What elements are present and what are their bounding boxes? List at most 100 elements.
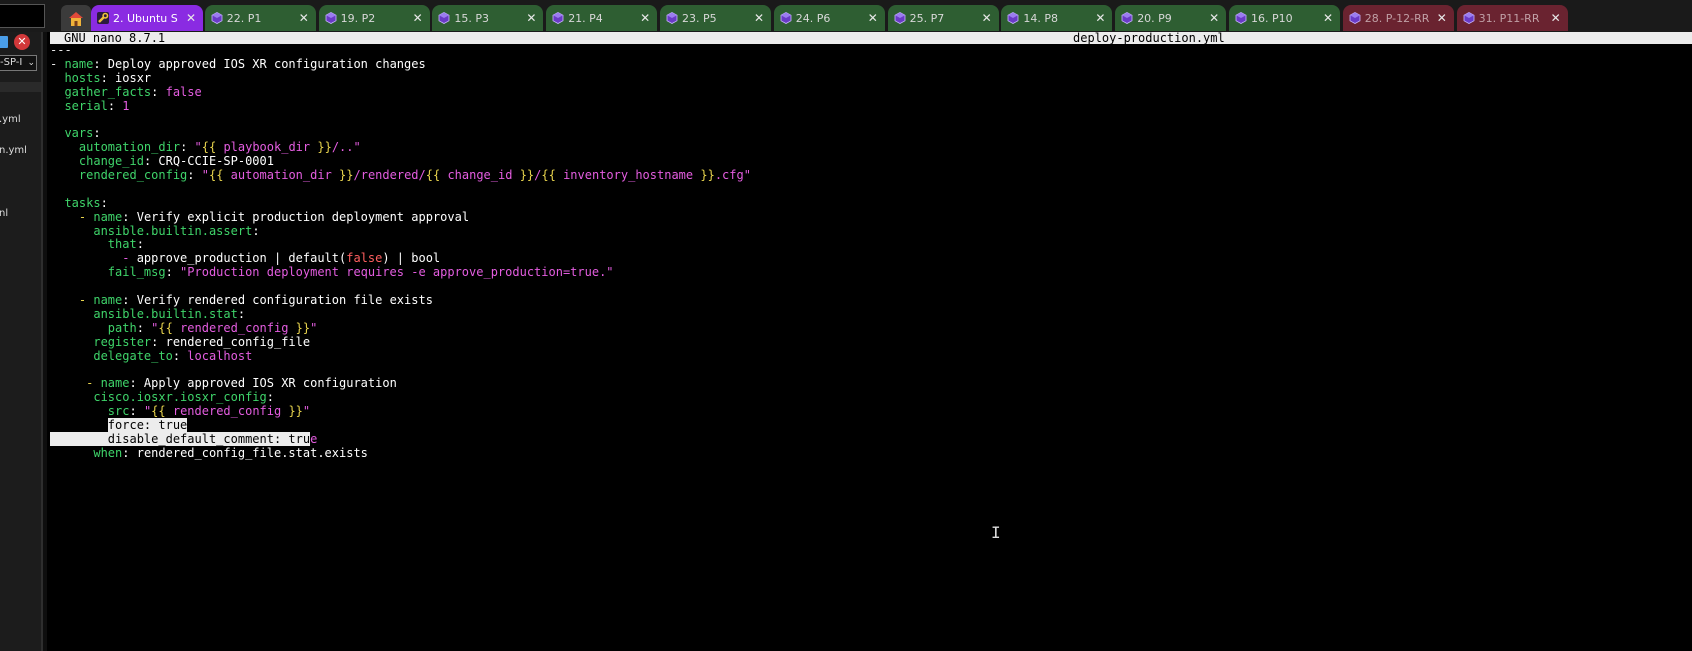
terminal-pane[interactable]: GNU nano 8.7.1 deploy-production.yml ---… [47,32,1692,651]
nano-filename: deploy-production.yml [1073,31,1225,45]
close-icon[interactable]: ✕ [639,11,651,25]
code-token: : [136,237,144,252]
side-file-item[interactable]: n.yml [0,145,27,156]
close-icon[interactable]: ✕ [298,11,310,25]
close-icon[interactable]: ✕ [1550,11,1562,25]
tab-13[interactable]: 31. P11-RR ✕ [1456,5,1568,31]
code-token: " [310,320,318,335]
code-token: e [310,431,318,446]
tab-bar: 2. Ubuntu S ✕ 22. P1 ✕ 19. P2 ✕ 15. P3 ✕ 21. P4 ✕… [0,0,1692,32]
tab-11[interactable]: 16. P10 ✕ [1229,5,1340,31]
home-tab[interactable] [61,5,91,31]
close-icon[interactable]: ✕ [412,11,424,25]
close-icon[interactable]: ✕ [867,11,879,25]
tab-7[interactable]: 24. P6 ✕ [773,5,885,31]
tab-3[interactable]: 19. P2 ✕ [318,5,430,31]
tab-8[interactable]: 25. P7 ✕ [887,5,999,31]
hexagon-icon [894,12,906,24]
code-token: playbook_dir [223,140,311,155]
hexagon-icon [1463,12,1475,24]
code-token: }} [512,168,535,183]
editor-line: - name: Verify rendered configuration fi… [50,293,751,308]
code-token: approve_production | default( [136,251,347,266]
code-token: : [136,320,152,335]
code-token: path [107,320,137,335]
side-panel: ✕ -SP-I ⌄ .yml n.yml nl [0,32,41,651]
home-icon [69,12,83,26]
close-icon[interactable]: ✕ [981,11,993,25]
code-token: ansible.builtin.stat [93,306,238,321]
tab-12[interactable]: 28. P-12-RR ✕ [1342,5,1454,31]
code-token: false [346,251,383,266]
code-token: register [93,334,152,349]
code-token: : [237,306,246,321]
code-token: automation_dir [230,168,332,183]
code-token: tasks [64,195,101,210]
code-token: change_id [78,154,144,169]
tab-10[interactable]: 20. P9 ✕ [1115,5,1227,31]
hexagon-icon [325,12,337,24]
code-token: vars [64,126,94,141]
editor-line: that: [50,238,751,252]
editor-line: gather_facts: false [50,84,751,100]
tab-2[interactable]: 22. P1 ✕ [204,5,316,31]
tab-label: 19. P2 [340,11,376,25]
tab-label: 21. P4 [568,11,603,25]
editor-line: rendered_config: "{{ automation_dir }}/r… [50,168,751,183]
new-file-icon[interactable] [0,36,8,48]
hexagon-icon [1007,12,1019,24]
editor-line: change_id: CRQ-CCIE-SP-0001 [50,154,751,169]
tab-9[interactable]: 14. P8 ✕ [1001,5,1113,31]
close-icon[interactable]: ✕ [753,11,765,25]
tab-label: 25. P7 [909,11,945,25]
code-token: serial [64,98,108,113]
nano-title-bar: GNU nano 8.7.1 deploy-production.yml [50,32,1692,44]
close-icon[interactable]: ✕ [1322,11,1334,25]
editor-line: fail_msg: "Production deployment require… [50,265,751,280]
code-token: : [107,98,123,113]
editor-line: automation_dir: "{{ playbook_dir }}/.." [50,140,751,155]
tab-5[interactable]: 21. P4 ✕ [546,5,658,31]
code-token: : Apply approved IOS XR configuration [129,376,397,391]
close-icon[interactable]: ✕ [525,11,537,25]
tab-4[interactable]: 15. P3 ✕ [432,5,544,31]
side-file-item[interactable]: .yml [0,114,21,125]
code-token: : rendered_config_file.stat.exists [122,445,368,460]
tab-search-box[interactable] [0,4,45,28]
tab-1[interactable]: 2. Ubuntu S ✕ [91,5,203,31]
chevron-down-icon: ⌄ [27,58,35,68]
side-file-item[interactable]: nl [0,208,8,219]
close-icon[interactable]: ✕ [1094,11,1106,25]
code-token: rendered_config [172,404,282,419]
tab-6[interactable]: 23. P5 ✕ [660,5,771,31]
close-icon[interactable]: ✕ [1208,11,1220,25]
hexagon-icon [438,12,450,24]
close-session-icon[interactable]: ✕ [14,34,30,50]
editor-line: cisco.iosxr.iosxr_config: [50,390,751,405]
session-dropdown[interactable]: -SP-I ⌄ [0,55,37,71]
code-token: /.." [331,140,361,155]
code-token: rendered_config [78,168,188,183]
editor-line: hosts: iosxr [50,71,751,86]
code-token: }} [310,140,332,155]
code-token: cisco.iosxr.iosxr_config [93,390,267,405]
close-icon[interactable]: ✕ [185,11,197,25]
code-token: ) | bool [382,251,441,266]
editor-text-area[interactable]: --- - name: Deploy approved IOS XR config… [50,43,751,461]
hexagon-icon [780,12,792,24]
code-token: localhost [187,348,253,363]
code-token: false [165,84,202,99]
close-icon[interactable]: ✕ [1436,11,1448,25]
code-token: : [151,84,166,99]
